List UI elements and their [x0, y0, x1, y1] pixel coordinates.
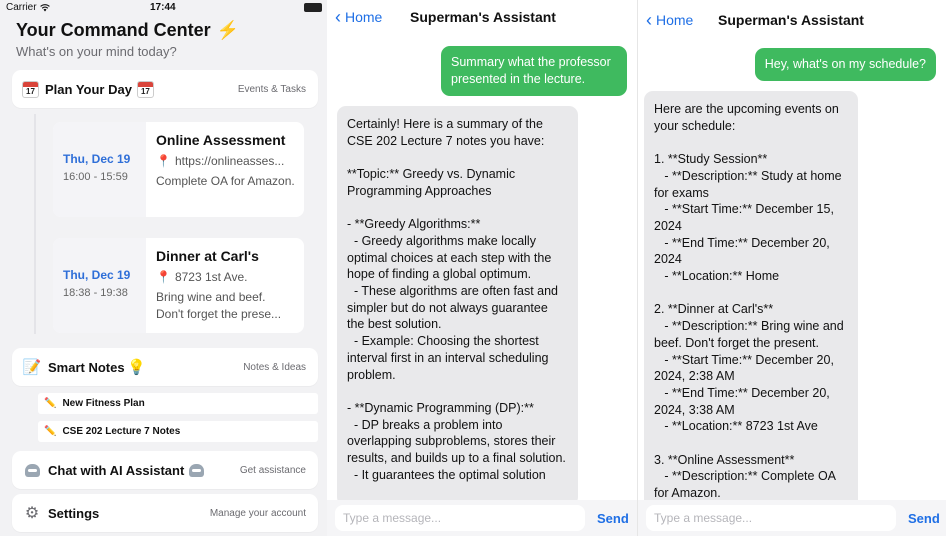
event-title: Dinner at Carl's	[156, 248, 259, 264]
timeline-line	[34, 114, 36, 334]
message-input[interactable]	[335, 505, 585, 531]
pencil-icon: ✏️	[44, 398, 57, 409]
note-title: New Fitness Plan	[62, 398, 145, 409]
event-title: Online Assessment	[156, 132, 286, 148]
send-button[interactable]: Send	[908, 511, 940, 526]
chat-screen-lecture: ‹ Home Superman's Assistant Summary what…	[327, 0, 637, 536]
page-title: Your Command Center ⚡	[16, 20, 239, 41]
event-location: 8723 1st Ave.	[174, 270, 248, 284]
assistant-message: Certainly! Here is a summary of the CSE …	[337, 106, 578, 506]
nav-bar: ‹ Home Superman's Assistant	[327, 0, 637, 34]
message-composer: Send	[327, 500, 637, 536]
message-list: Hey, what's on my schedule? Here are the…	[638, 40, 946, 511]
wifi-icon	[39, 3, 50, 11]
back-button[interactable]: ‹ Home	[335, 8, 382, 26]
chat-subtitle: Get assistance	[239, 464, 306, 476]
message-list: Summary what the professor presented in …	[327, 34, 637, 506]
plan-your-day-section[interactable]: 17 Plan Your Day 17 Events & Tasks	[12, 70, 318, 108]
robot-icon	[188, 463, 204, 477]
battery-icon	[304, 3, 322, 12]
event-time: 18:38 - 19:38	[63, 287, 128, 299]
assistant-message: Here are the upcoming events on your sch…	[644, 91, 858, 511]
lightbulb-icon: 💡	[127, 359, 146, 376]
nav-title: Superman's Assistant	[718, 12, 864, 28]
send-button[interactable]: Send	[597, 511, 629, 526]
gear-icon: ⚙	[24, 505, 40, 522]
page-title-text: Your Command Center	[16, 20, 211, 40]
smart-notes-section[interactable]: 📝 Smart Notes 💡 Notes & Ideas	[12, 348, 318, 386]
status-bar: Carrier 17:44	[0, 0, 327, 15]
note-item[interactable]: ✏️ New Fitness Plan	[38, 393, 318, 414]
back-label: Home	[345, 9, 383, 25]
event-time: 16:00 - 15:59	[63, 171, 128, 183]
message-input[interactable]	[646, 505, 896, 531]
notes-subtitle: Notes & Ideas	[243, 361, 306, 373]
pin-icon: 📍	[156, 154, 171, 168]
status-time: 17:44	[150, 2, 176, 13]
chat-title: Chat with AI Assistant	[48, 462, 185, 478]
event-date: Thu, Dec 19	[63, 268, 131, 282]
calendar-icon: 17	[22, 80, 39, 98]
pin-icon: 📍	[156, 270, 171, 284]
event-description: Complete OA for Amazon.	[156, 174, 295, 188]
chevron-left-icon: ‹	[646, 10, 652, 30]
event-card[interactable]: Thu, Dec 19 16:00 - 15:59 Online Assessm…	[53, 122, 304, 217]
nav-title: Superman's Assistant	[410, 9, 556, 25]
back-button[interactable]: ‹ Home	[646, 11, 693, 29]
carrier-label: Carrier	[6, 2, 37, 13]
note-item[interactable]: ✏️ CSE 202 Lecture 7 Notes	[38, 421, 318, 442]
message-composer: Send	[638, 500, 946, 536]
back-label: Home	[656, 12, 694, 28]
page-subtitle: What's on your mind today?	[16, 44, 177, 59]
calendar-icon: 17	[136, 80, 154, 98]
home-screen: Carrier 17:44 Your Command Center ⚡ What…	[0, 0, 327, 536]
event-card[interactable]: Thu, Dec 19 18:38 - 19:38 Dinner at Carl…	[53, 238, 304, 333]
user-message: Summary what the professor presented in …	[441, 46, 627, 96]
event-date: Thu, Dec 19	[63, 152, 131, 166]
lightning-icon: ⚡	[216, 20, 240, 40]
chat-ai-section[interactable]: Chat with AI Assistant Get assistance	[12, 451, 318, 489]
pencil-icon: ✏️	[44, 426, 57, 437]
calendar-icon-day: 17	[140, 86, 150, 96]
memo-icon: 📝	[22, 359, 42, 376]
settings-title: Settings	[48, 505, 100, 521]
event-location: https://onlineasses...	[174, 154, 285, 168]
notes-title: Smart Notes	[48, 359, 125, 375]
robot-icon	[24, 463, 40, 477]
calendar-icon-day: 17	[26, 86, 35, 96]
note-title: CSE 202 Lecture 7 Notes	[62, 426, 181, 437]
user-message: Hey, what's on my schedule?	[754, 48, 936, 81]
plan-subtitle: Events & Tasks	[237, 83, 306, 95]
chat-screen-schedule: ‹ Home Superman's Assistant Hey, what's …	[637, 0, 946, 536]
settings-section[interactable]: ⚙ Settings Manage your account	[12, 494, 318, 532]
settings-subtitle: Manage your account	[209, 507, 306, 519]
chevron-left-icon: ‹	[335, 7, 341, 27]
nav-bar: ‹ Home Superman's Assistant	[638, 0, 946, 40]
plan-title: Plan Your Day	[45, 81, 132, 97]
event-description: Bring wine and beef. Don't forget the pr…	[156, 290, 282, 321]
